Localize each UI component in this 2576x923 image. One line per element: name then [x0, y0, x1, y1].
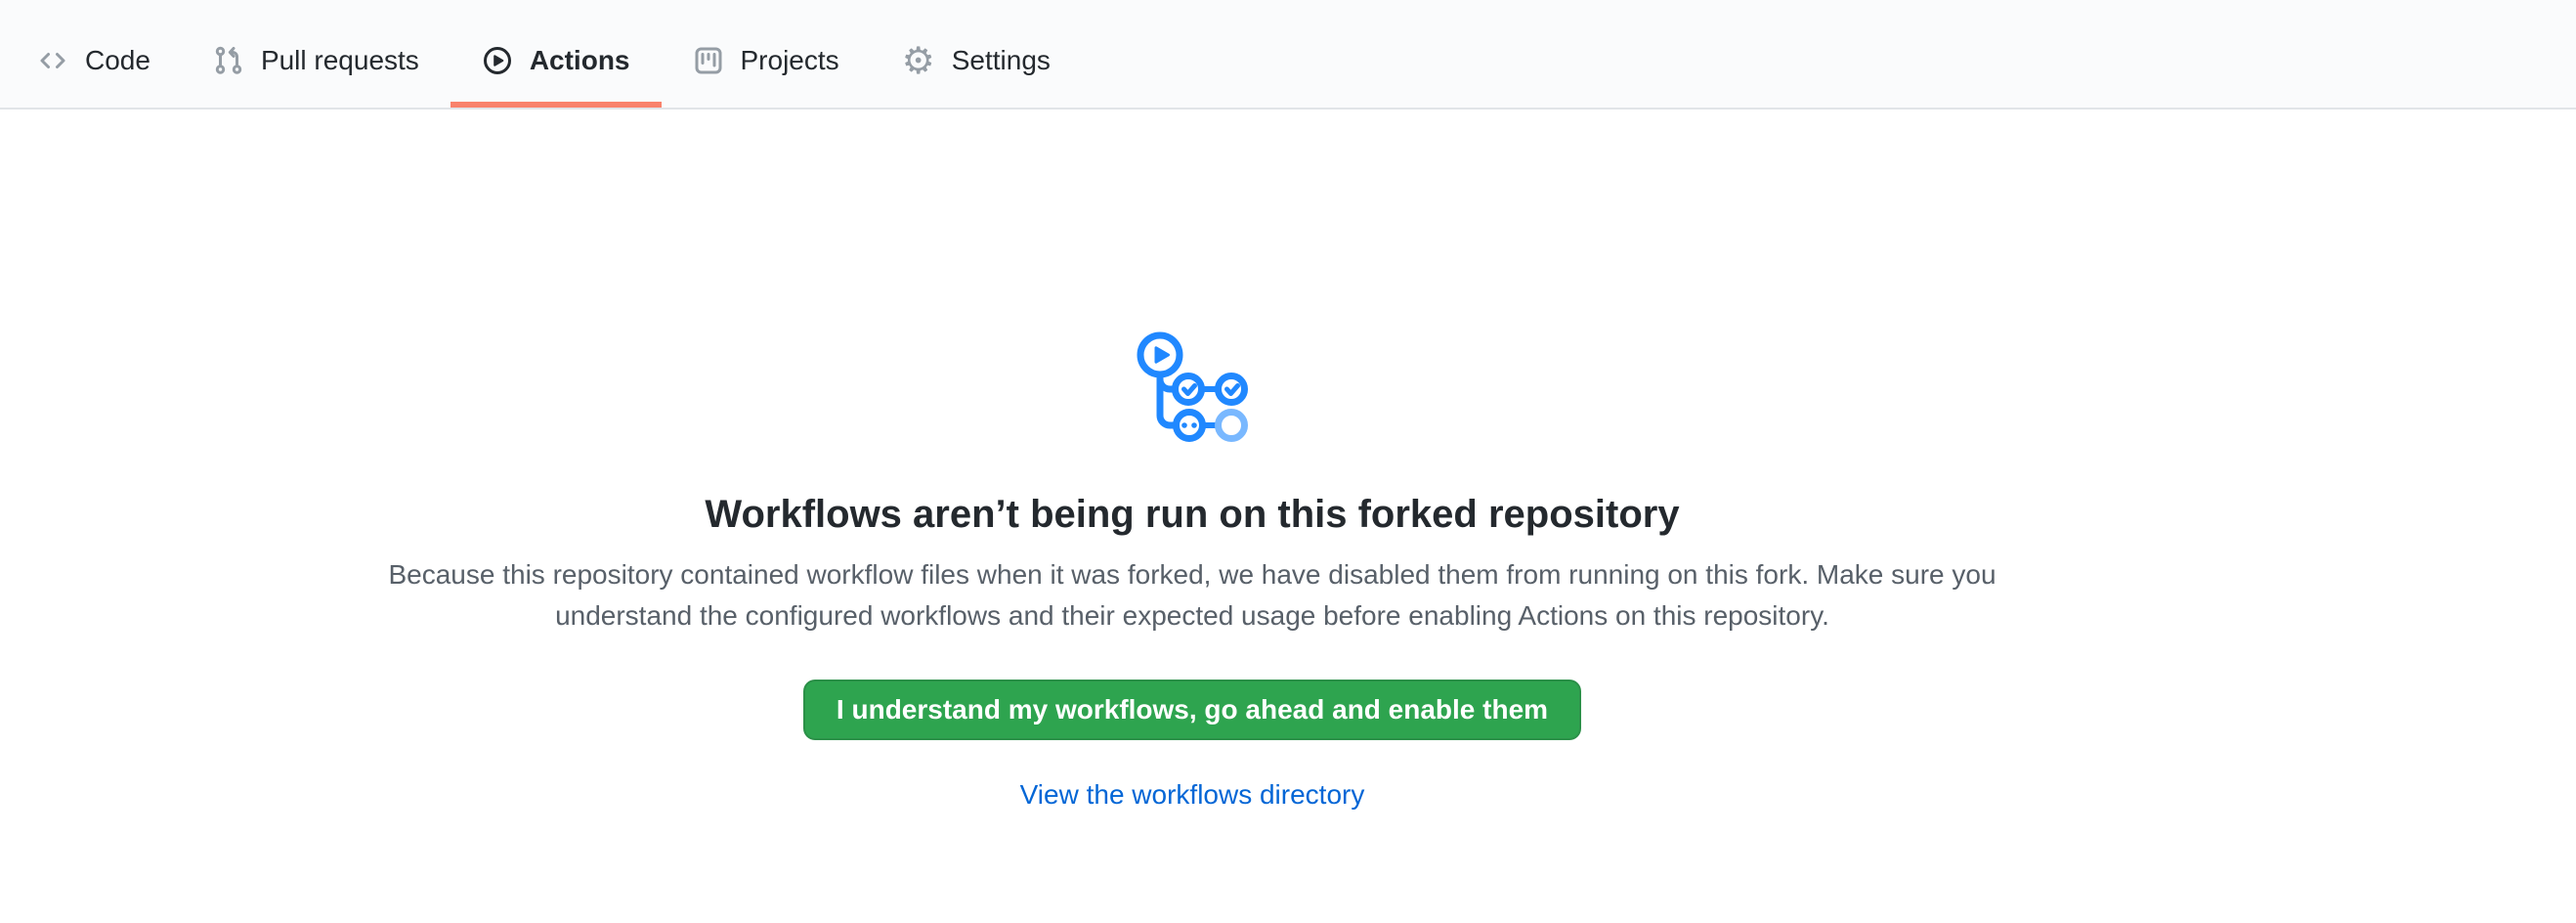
actions-disabled-blankslate: Workflows aren’t being run on this forke…: [381, 330, 2003, 811]
main-content: Workflows aren’t being run on this forke…: [0, 110, 2576, 811]
tab-label: Projects: [741, 47, 839, 74]
enable-workflows-button[interactable]: I understand my workflows, go ahead and …: [803, 680, 1581, 740]
tab-label: Code: [85, 47, 150, 74]
gear-icon: ⚙: [902, 46, 935, 75]
view-workflows-directory-link[interactable]: View the workflows directory: [1020, 779, 1365, 810]
tab-pull-requests[interactable]: Pull requests: [182, 14, 451, 108]
play-circle-icon: [482, 45, 513, 76]
page-description: Because this repository contained workfl…: [381, 554, 2003, 637]
tab-label: Settings: [952, 47, 1051, 74]
actions-workflow-icon: [381, 330, 2003, 447]
tab-label: Pull requests: [261, 47, 419, 74]
tab-projects[interactable]: Projects: [662, 14, 871, 108]
project-icon: [693, 45, 724, 76]
tab-settings[interactable]: ⚙ Settings: [871, 14, 1082, 108]
tab-code[interactable]: Code: [6, 14, 182, 108]
link-row: View the workflows directory: [381, 779, 2003, 811]
page-title: Workflows aren’t being run on this forke…: [381, 490, 2003, 539]
tab-actions[interactable]: Actions: [451, 14, 662, 108]
code-icon: [37, 45, 68, 76]
tab-label: Actions: [530, 47, 630, 74]
repo-tab-nav: Code Pull requests Actions: [0, 0, 2576, 110]
git-pull-request-icon: [213, 45, 244, 76]
